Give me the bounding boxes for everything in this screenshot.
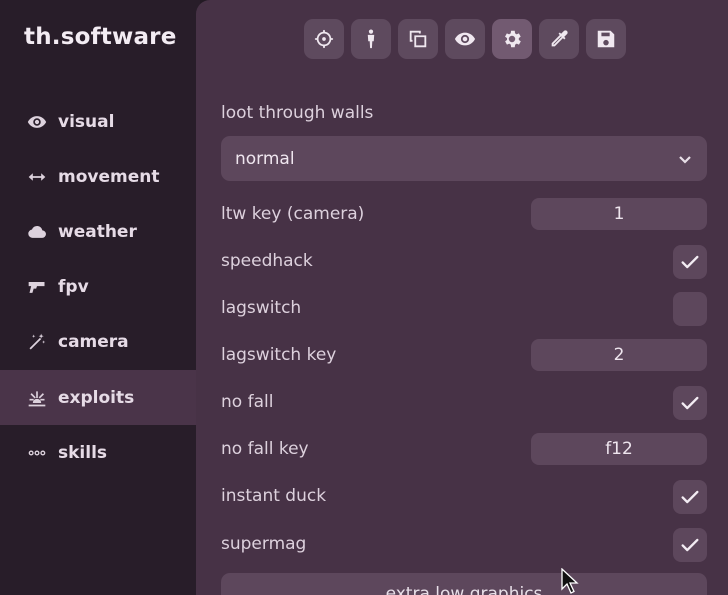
cloud-icon xyxy=(26,221,48,243)
speedhack-checkbox[interactable] xyxy=(673,245,707,279)
extra-low-graphics-button[interactable]: extra low graphics xyxy=(221,573,707,595)
copy-icon xyxy=(407,28,429,50)
brand-title: th.software xyxy=(24,24,177,50)
copy-button[interactable] xyxy=(398,19,438,59)
no-fall-key-input[interactable]: f12 xyxy=(531,433,707,465)
loot-through-walls-value: normal xyxy=(235,148,295,169)
sidebar: th.software visual movement weather fpv … xyxy=(0,0,200,595)
sidebar-item-label: fpv xyxy=(58,276,89,297)
checkmark-icon xyxy=(679,486,701,508)
toolbar xyxy=(304,19,626,59)
sidebar-item-visual[interactable]: visual xyxy=(0,94,196,149)
sidebar-item-label: skills xyxy=(58,442,108,463)
gun-icon xyxy=(26,276,48,298)
gear-icon xyxy=(501,28,523,50)
sidebar-item-fpv[interactable]: fpv xyxy=(0,259,196,314)
visibility-button[interactable] xyxy=(445,19,485,59)
lagswitch-key-label: lagswitch key xyxy=(221,345,337,365)
lagswitch-key-input[interactable]: 2 xyxy=(531,339,707,371)
sidebar-item-label: movement xyxy=(58,166,160,187)
chevron-down-icon xyxy=(677,151,693,167)
no-fall-key-label: no fall key xyxy=(221,439,309,459)
ltw-key-label: ltw key (camera) xyxy=(221,204,365,224)
ltw-key-input[interactable]: 1 xyxy=(531,198,707,230)
instant-duck-label: instant duck xyxy=(221,486,327,506)
save-icon xyxy=(595,28,617,50)
extra-low-graphics-label: extra low graphics xyxy=(385,584,543,595)
supermag-label: supermag xyxy=(221,534,307,554)
eye-icon xyxy=(454,28,476,50)
sidebar-item-label: exploits xyxy=(58,387,135,408)
sidebar-item-exploits[interactable]: exploits xyxy=(0,370,196,425)
dots-icon xyxy=(26,442,48,464)
crosshair-icon xyxy=(313,28,335,50)
color-picker-button[interactable] xyxy=(539,19,579,59)
no-fall-checkbox[interactable] xyxy=(673,386,707,420)
arrows-horizontal-icon xyxy=(26,166,48,188)
sidebar-item-weather[interactable]: weather xyxy=(0,204,196,259)
lagswitch-label: lagswitch xyxy=(221,298,302,318)
eye-icon xyxy=(26,111,48,133)
sidebar-item-skills[interactable]: skills xyxy=(0,425,196,480)
person-button[interactable] xyxy=(351,19,391,59)
sidebar-item-camera[interactable]: camera xyxy=(0,314,196,369)
checkmark-icon xyxy=(679,251,701,273)
checkmark-icon xyxy=(679,534,701,556)
supermag-checkbox[interactable] xyxy=(673,528,707,562)
instant-duck-checkbox[interactable] xyxy=(673,480,707,514)
save-button[interactable] xyxy=(586,19,626,59)
crosshair-button[interactable] xyxy=(304,19,344,59)
sidebar-item-movement[interactable]: movement xyxy=(0,149,196,204)
eyedropper-icon xyxy=(548,28,570,50)
mouse-cursor-icon xyxy=(561,567,579,594)
magic-wand-icon xyxy=(26,331,48,353)
sidebar-item-label: visual xyxy=(58,111,115,132)
sidebar-item-label: camera xyxy=(58,331,129,352)
loot-through-walls-select[interactable]: normal xyxy=(221,136,707,181)
speedhack-label: speedhack xyxy=(221,251,313,271)
lagswitch-checkbox[interactable] xyxy=(673,292,707,326)
loot-through-walls-label: loot through walls xyxy=(221,103,374,123)
settings-panel: loot through walls normal ltw key (camer… xyxy=(196,0,728,595)
explosion-icon xyxy=(26,387,48,409)
settings-button[interactable] xyxy=(492,19,532,59)
no-fall-label: no fall xyxy=(221,392,274,412)
checkmark-icon xyxy=(679,392,701,414)
sidebar-item-label: weather xyxy=(58,221,137,242)
person-icon xyxy=(360,28,382,50)
